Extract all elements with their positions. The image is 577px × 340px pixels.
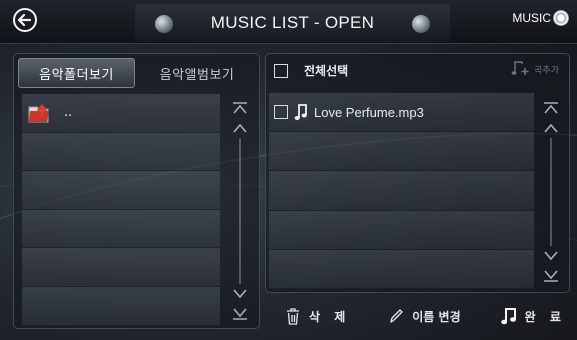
file-checkbox[interactable] — [274, 105, 288, 120]
back-button[interactable] — [10, 5, 40, 35]
table-row — [269, 171, 534, 211]
list-item — [22, 286, 220, 326]
music-note-icon — [500, 308, 516, 325]
action-bar: 삭 제 이름 변경 완 료 — [265, 297, 570, 335]
tab-label: 음악폴더보기 — [39, 67, 114, 83]
music-note-plus-icon — [511, 61, 529, 75]
trash-icon — [287, 308, 299, 325]
tab-label: 음악앨범보기 — [159, 67, 235, 83]
scroll-track[interactable] — [550, 138, 552, 246]
tab-music-album[interactable]: 음악앨범보기 — [138, 58, 256, 88]
page-title: MUSIC LIST - OPEN — [210, 13, 375, 32]
done-label: 완 료 — [524, 309, 566, 324]
folder-panel: 음악폴더보기 음악앨범보기 .. — [13, 53, 260, 329]
scroll-bottom-button[interactable] — [229, 304, 251, 324]
chevron-down-icon — [544, 251, 558, 261]
add-track-label: 곡추가 — [534, 66, 559, 76]
select-all-label: 전체선택 — [304, 64, 349, 78]
list-item — [22, 132, 220, 172]
double-chevron-down-icon — [544, 270, 558, 282]
disc-icon — [412, 15, 430, 33]
table-row — [269, 249, 534, 289]
pencil-icon — [390, 309, 403, 323]
rename-button[interactable]: 이름 변경 — [388, 307, 461, 325]
music-logo-text: MUSIC — [512, 11, 551, 25]
list-item[interactable]: .. — [22, 94, 220, 133]
select-all-row[interactable]: 전체선택 — [274, 62, 348, 79]
delete-label: 삭 제 — [309, 309, 351, 324]
table-row[interactable]: Love Perfume.mp3 — [269, 93, 534, 133]
disc-logo-icon — [553, 10, 569, 26]
parent-folder-label: .. — [64, 105, 73, 121]
file-list: Love Perfume.mp3 — [269, 93, 534, 289]
scroll-down-button[interactable] — [540, 246, 562, 266]
table-row — [269, 210, 534, 250]
rename-label: 이름 변경 — [412, 309, 461, 324]
music-list-screen: MUSIC LIST - OPEN MUSIC 음악폴더보기 음악앨범보기 .. — [0, 0, 577, 340]
chevron-up-icon — [233, 123, 247, 133]
scroll-down-button[interactable] — [229, 284, 251, 304]
scroll-top-button[interactable] — [229, 98, 251, 118]
music-logo: MUSIC — [512, 10, 569, 26]
double-chevron-down-icon — [233, 308, 247, 320]
delete-button[interactable]: 삭 제 — [285, 306, 350, 326]
select-all-checkbox[interactable] — [274, 63, 288, 78]
tab-music-folder[interactable]: 음악폴더보기 — [18, 58, 135, 88]
folder-scrollbar[interactable] — [227, 98, 253, 324]
list-item — [22, 171, 220, 210]
add-track-button[interactable]: 곡추가 — [511, 60, 559, 76]
scroll-track[interactable] — [239, 138, 241, 284]
header-bar: MUSIC LIST - OPEN MUSIC — [0, 0, 577, 44]
file-name: Love Perfume.mp3 — [314, 104, 424, 120]
file-scrollbar[interactable] — [538, 98, 564, 286]
done-button[interactable]: 완 료 — [500, 306, 566, 326]
chevron-down-icon — [233, 289, 247, 299]
scroll-up-button[interactable] — [229, 118, 251, 138]
scroll-up-button[interactable] — [540, 118, 562, 138]
folder-list: .. — [22, 94, 220, 326]
list-item — [22, 209, 220, 249]
table-row — [269, 132, 534, 172]
circle-arrow-left-icon — [13, 8, 37, 32]
music-note-icon — [294, 104, 307, 121]
list-item — [22, 248, 220, 287]
scroll-bottom-button[interactable] — [540, 266, 562, 286]
chevron-up-icon — [544, 123, 558, 133]
scroll-top-button[interactable] — [540, 98, 562, 118]
file-panel: 전체선택 곡추가 Love Perfume.mp3 — [265, 53, 570, 293]
disc-icon — [155, 15, 173, 33]
folder-up-icon — [28, 104, 49, 123]
title-bar: MUSIC LIST - OPEN — [135, 4, 450, 42]
double-chevron-up-icon — [544, 102, 558, 114]
double-chevron-up-icon — [233, 102, 247, 114]
